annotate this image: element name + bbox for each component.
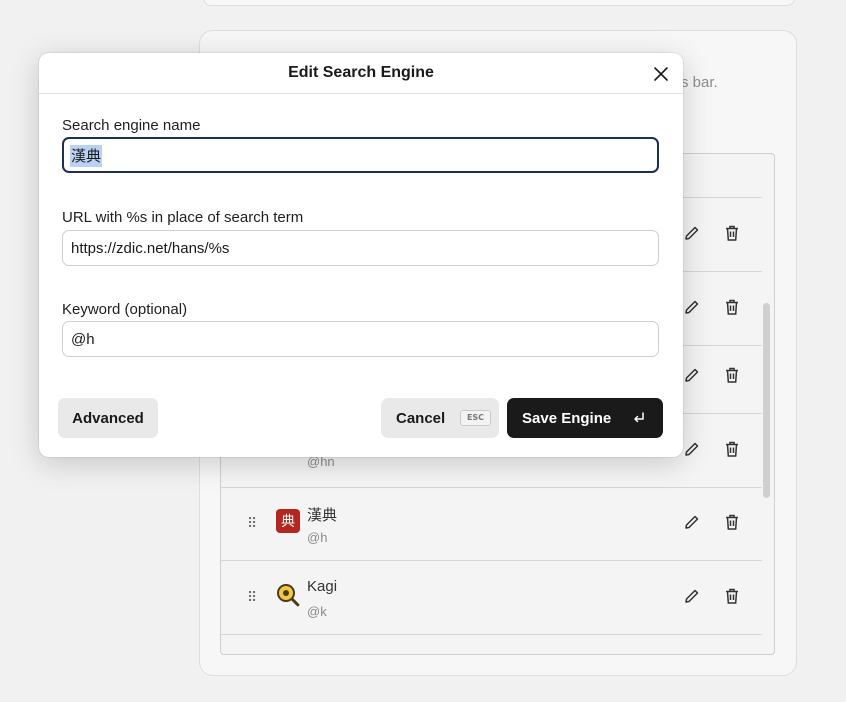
edit-search-engine-dialog: Edit Search Engine Search engine name 漢典… [39, 53, 683, 457]
pencil-icon[interactable] [683, 224, 701, 242]
pencil-icon[interactable] [683, 440, 701, 458]
url-label: URL with %s in place of search term [62, 209, 304, 226]
trash-icon[interactable] [723, 366, 741, 384]
engine-name: Kagi [307, 578, 338, 595]
settings-card-previous [203, 0, 795, 6]
engine-name: 漢典 [307, 507, 338, 524]
drag-handle-icon[interactable]: ⠿ [247, 589, 257, 605]
cancel-button-label: Cancel [396, 409, 446, 427]
pencil-icon[interactable] [683, 513, 701, 531]
cancel-button[interactable]: Cancel ESC [381, 398, 499, 438]
search-engine-name-input[interactable] [62, 137, 659, 173]
url-input[interactable] [62, 230, 659, 266]
card-description-fragment: s bar. [681, 74, 718, 91]
esc-shortcut-badge: ESC [460, 410, 491, 426]
keyword-input[interactable] [62, 321, 659, 357]
kagi-favicon-icon [277, 584, 300, 607]
dialog-title: Edit Search Engine [288, 64, 434, 81]
trash-icon[interactable] [723, 587, 741, 605]
enter-key-icon [634, 412, 644, 423]
advanced-button-label: Advanced [72, 409, 144, 427]
engine-keyword: @k [307, 604, 327, 619]
list-item: ⠿ Kagi @k [221, 561, 762, 635]
save-button-label: Save Engine [522, 409, 612, 427]
name-input-selected-text: 漢典 [70, 145, 103, 167]
list-item: ⠿ 典 漢典 @h [221, 487, 762, 561]
pencil-icon[interactable] [683, 587, 701, 605]
trash-icon[interactable] [723, 224, 741, 242]
close-icon[interactable] [651, 64, 671, 84]
pencil-icon[interactable] [683, 366, 701, 384]
trash-icon[interactable] [723, 513, 741, 531]
trash-icon[interactable] [723, 440, 741, 458]
keyword-label: Keyword (optional) [62, 301, 188, 318]
save-engine-button[interactable]: Save Engine [507, 398, 663, 438]
list-scrollbar[interactable] [763, 303, 770, 498]
zdic-favicon-icon: 典 [276, 509, 300, 533]
drag-handle-icon[interactable]: ⠿ [247, 515, 257, 531]
name-label: Search engine name [62, 117, 201, 134]
pencil-icon[interactable] [683, 298, 701, 316]
advanced-button[interactable]: Advanced [58, 398, 158, 438]
engine-keyword: @h [307, 530, 328, 545]
dialog-header: Edit Search Engine [39, 53, 683, 94]
trash-icon[interactable] [723, 298, 741, 316]
